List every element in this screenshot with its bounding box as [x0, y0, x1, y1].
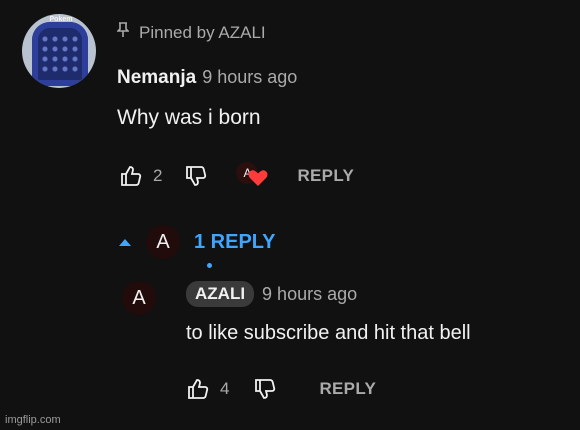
pin-icon [116, 22, 130, 43]
new-reply-indicator [207, 263, 212, 268]
reply-like-button[interactable] [184, 375, 212, 403]
reply-text: to like subscribe and hit that bell [186, 322, 471, 344]
reply-like-count: 4 [220, 379, 230, 398]
heart-icon [249, 170, 268, 186]
thumbs-down-icon [255, 379, 276, 399]
watermark: imgflip.com [5, 414, 61, 426]
commenter-avatar[interactable]: Pokem [22, 14, 96, 88]
avatar-pattern [40, 34, 80, 74]
reply-reply-button[interactable]: REPLY [319, 379, 376, 399]
replies-toggle[interactable]: A 1 REPLY [118, 225, 276, 259]
reply-header: AZALI 9 hours ago [186, 281, 357, 307]
thumbs-up-icon [188, 379, 209, 399]
reply-actions: 4 REPLY [184, 375, 376, 403]
comment-header: Nemanja 9 hours ago [117, 67, 297, 89]
dislike-button[interactable] [182, 162, 210, 190]
thumbs-up-icon [121, 166, 142, 186]
pinned-label: Pinned by AZALI [139, 22, 266, 42]
comment-author[interactable]: Nemanja [117, 67, 196, 89]
like-button[interactable] [117, 162, 145, 190]
avatar-text: Pokem [49, 16, 73, 23]
reply-button[interactable]: REPLY [297, 166, 354, 186]
thumbs-down-icon [186, 166, 207, 186]
comment-timestamp[interactable]: 9 hours ago [202, 67, 297, 88]
reply-author-badge[interactable]: AZALI [186, 281, 255, 307]
creator-heart: A [236, 161, 270, 191]
comment-actions: 2 A REPLY [117, 161, 354, 191]
view-replies-link[interactable]: 1 REPLY [194, 231, 276, 254]
reply-avatar[interactable]: A [122, 281, 156, 315]
reply-dislike-button[interactable] [251, 375, 279, 403]
pinned-indicator: Pinned by AZALI [116, 22, 266, 43]
reply-timestamp[interactable]: 9 hours ago [262, 284, 357, 305]
creator-avatar-small: A [146, 225, 180, 259]
comment-text: Why was i born [117, 106, 261, 129]
chevron-up-icon [119, 239, 131, 246]
like-count: 2 [153, 166, 163, 185]
